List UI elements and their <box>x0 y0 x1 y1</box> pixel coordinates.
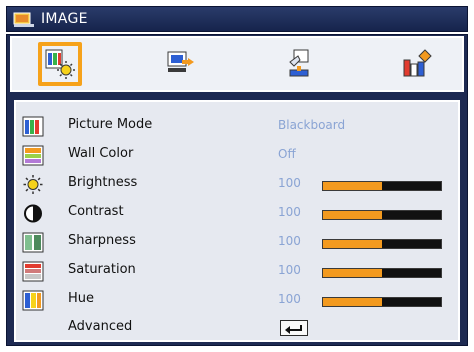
row-value: 100 <box>278 263 301 277</box>
picture-mode-icon <box>22 116 44 137</box>
row-hue[interactable]: Hue 100 <box>16 286 456 315</box>
row-value: 100 <box>278 205 301 219</box>
level-bar[interactable] <box>322 210 442 220</box>
setup-icon <box>289 49 309 77</box>
row-advanced[interactable]: Advanced <box>16 314 456 343</box>
row-label: Saturation <box>68 262 136 277</box>
row-picture-mode[interactable]: Picture Mode Blackboard <box>16 112 456 141</box>
row-value: 100 <box>278 234 301 248</box>
row-label: Advanced <box>68 319 133 334</box>
row-value: 100 <box>278 176 301 190</box>
image-settings-icon <box>45 49 75 79</box>
brightness-icon <box>22 174 44 195</box>
row-label: Hue <box>68 291 95 306</box>
level-bar[interactable] <box>322 239 442 249</box>
tab-display[interactable] <box>158 42 202 86</box>
tab-options[interactable] <box>394 42 438 86</box>
row-label: Brightness <box>68 175 138 190</box>
display-settings-icon <box>167 51 194 72</box>
contrast-icon <box>22 203 44 224</box>
settings-list: Picture Mode Blackboard Wall Color Off B… <box>14 100 460 342</box>
wall-color-icon <box>22 145 44 166</box>
hue-icon <box>22 290 44 311</box>
row-sharpness[interactable]: Sharpness 100 <box>16 228 456 257</box>
row-brightness[interactable]: Brightness 100 <box>16 170 456 199</box>
level-bar[interactable] <box>322 297 442 307</box>
row-label: Picture Mode <box>68 117 153 132</box>
menu-title-bar: IMAGE <box>6 6 468 32</box>
menu-tabs <box>10 36 464 92</box>
image-menu-icon <box>13 10 35 28</box>
row-label: Wall Color <box>68 146 134 161</box>
options-icon <box>403 49 432 77</box>
level-bar[interactable] <box>322 181 442 191</box>
row-label: Sharpness <box>68 233 136 248</box>
level-bar[interactable] <box>322 268 442 278</box>
osd-menu: IMAGE Picture Mode Blackboard Wall Color… <box>0 0 474 352</box>
row-value: Off <box>278 147 296 161</box>
row-value: 100 <box>278 292 301 306</box>
menu-title: IMAGE <box>41 11 88 27</box>
row-wall-color[interactable]: Wall Color Off <box>16 141 456 170</box>
row-contrast[interactable]: Contrast 100 <box>16 199 456 228</box>
enter-icon[interactable] <box>280 320 308 336</box>
tab-setup[interactable] <box>278 42 322 86</box>
tab-image[interactable] <box>38 42 82 86</box>
row-value: Blackboard <box>278 118 346 132</box>
sharpness-icon <box>22 232 44 253</box>
row-saturation[interactable]: Saturation 100 <box>16 257 456 286</box>
saturation-icon <box>22 261 44 282</box>
row-label: Contrast <box>68 204 124 219</box>
